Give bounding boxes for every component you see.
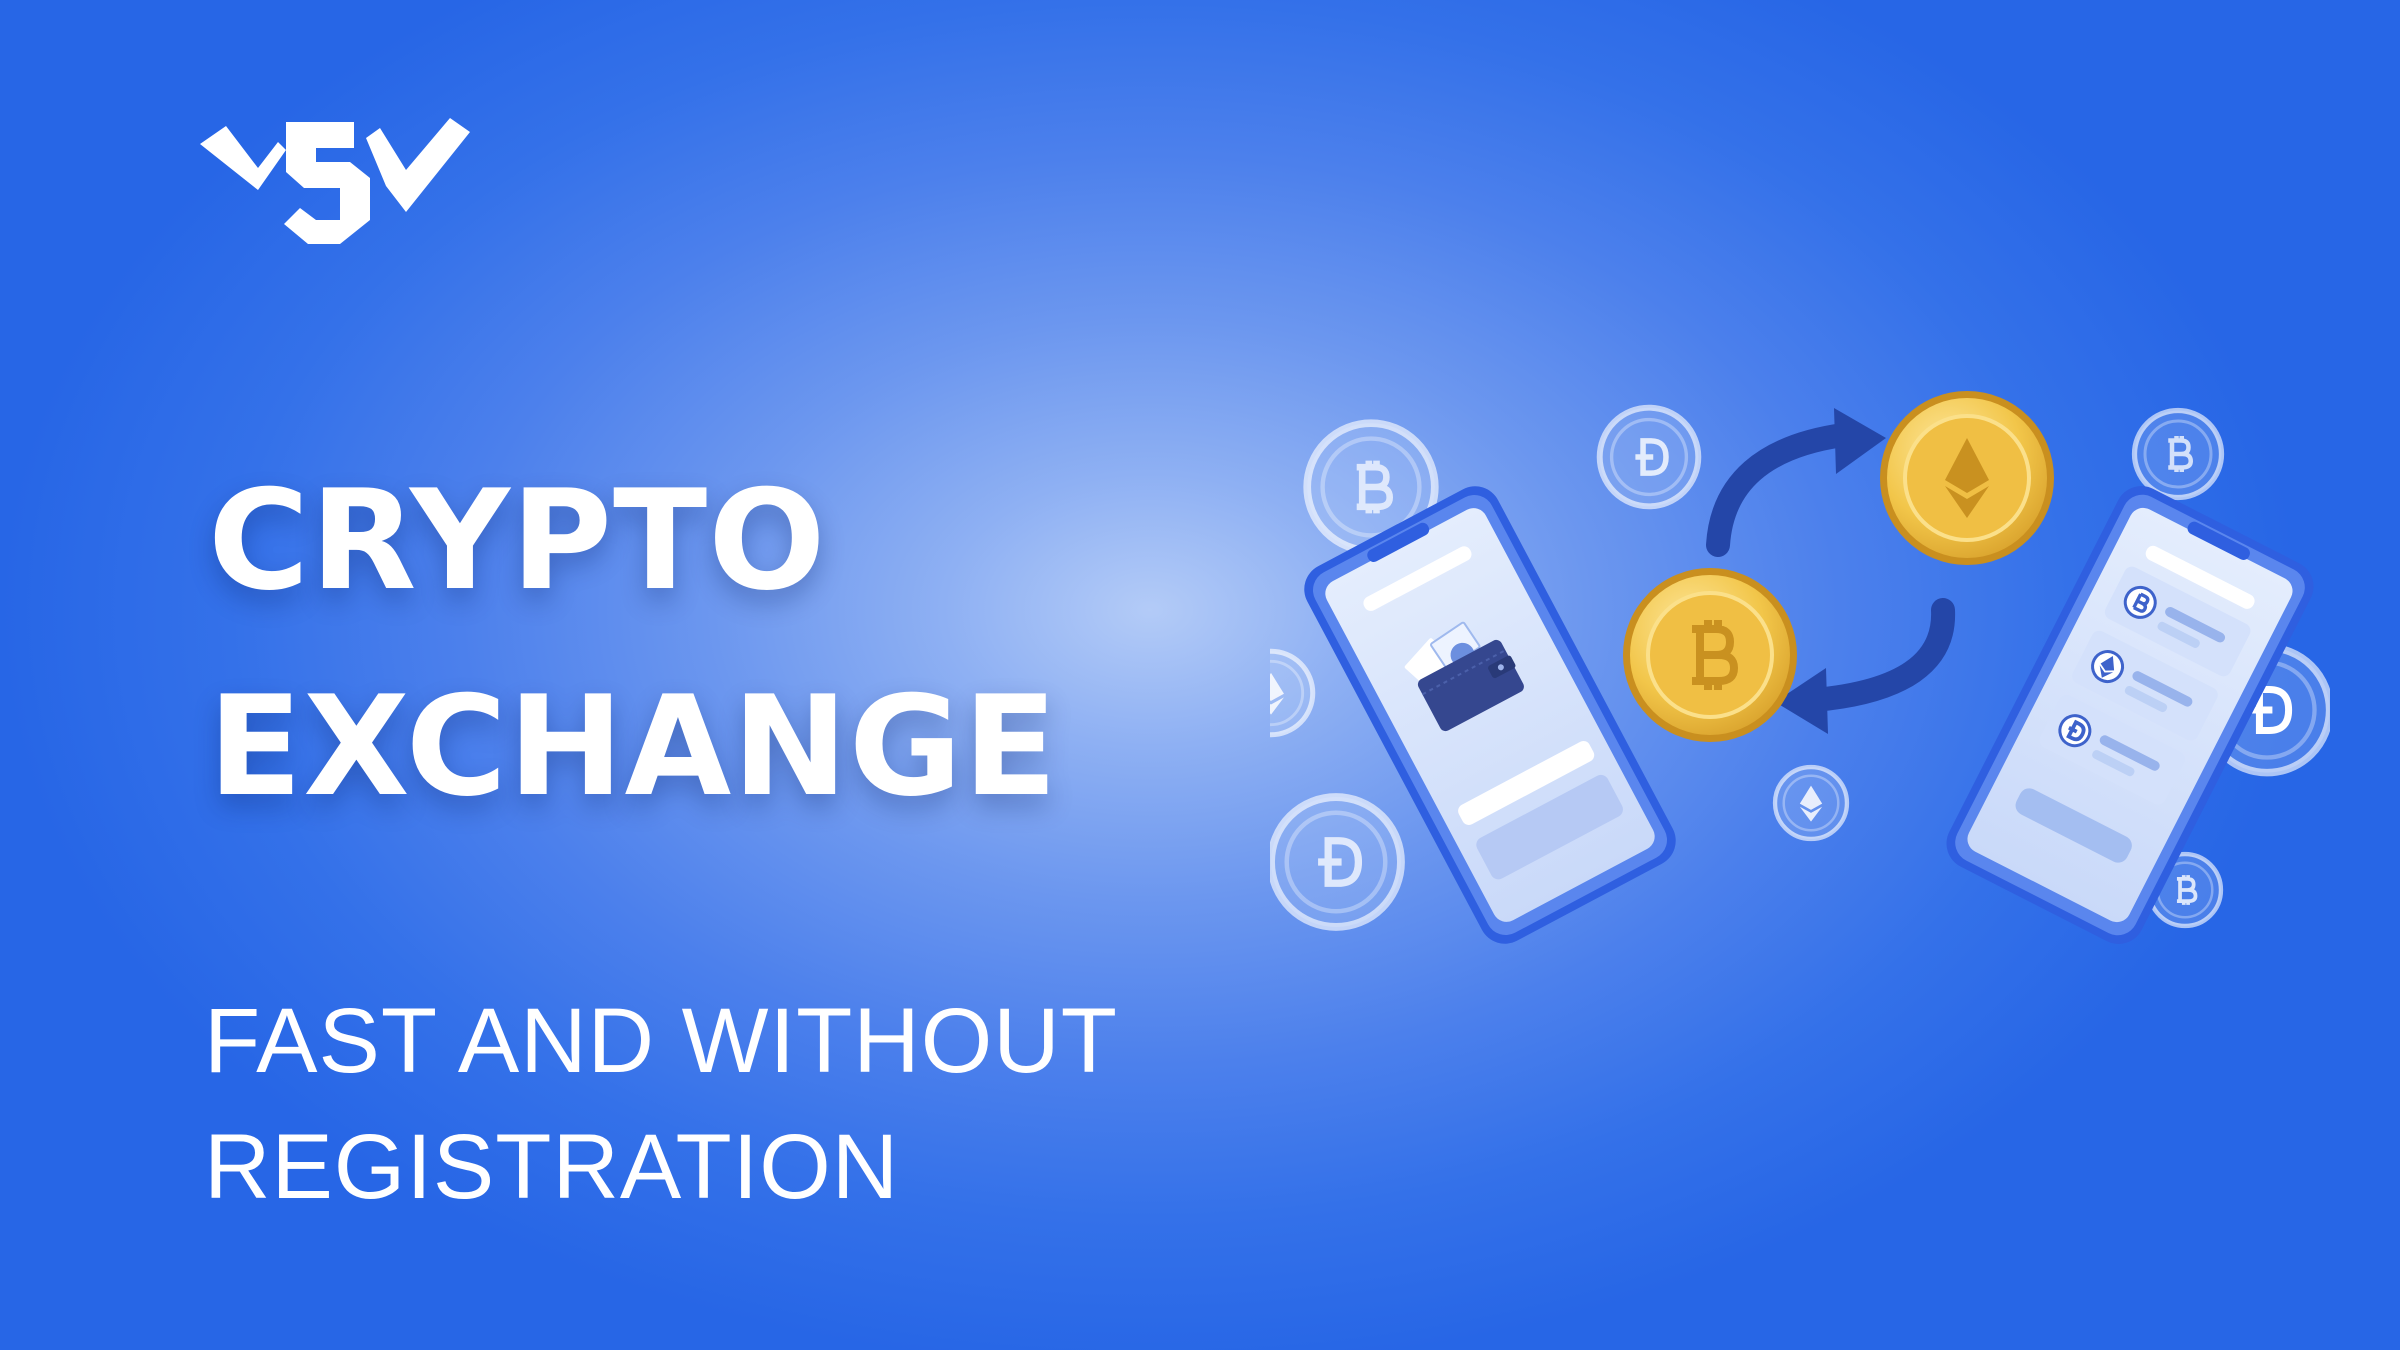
bitcoin-badge-icon [2135,411,2222,498]
ethereum-badge-icon [1775,767,1847,839]
dogecoin-badge-icon [1600,408,1699,507]
ethereum-coin-icon [1880,391,2054,565]
banner: CRYPTO EXCHANGE FAST AND WITHOUT REGISTR… [0,0,2400,1350]
illustration-canvas [1270,391,2330,944]
bitcoin-coin-icon [1623,568,1797,742]
subline: FAST AND WITHOUT REGISTRATION [204,978,1118,1230]
headline-line-2: EXCHANGE [208,666,1059,827]
dogecoin-badge-icon [1271,797,1401,927]
ws-monogram-logo-icon [200,118,470,244]
headline: CRYPTO EXCHANGE [208,438,1058,850]
subline-line-2: REGISTRATION [204,1116,900,1218]
headline-line-1: CRYPTO [208,460,827,621]
crypto-exchange-illustration [1270,370,2330,1010]
ethereum-badge-icon [1270,651,1313,735]
subline-line-1: FAST AND WITHOUT [204,990,1118,1092]
